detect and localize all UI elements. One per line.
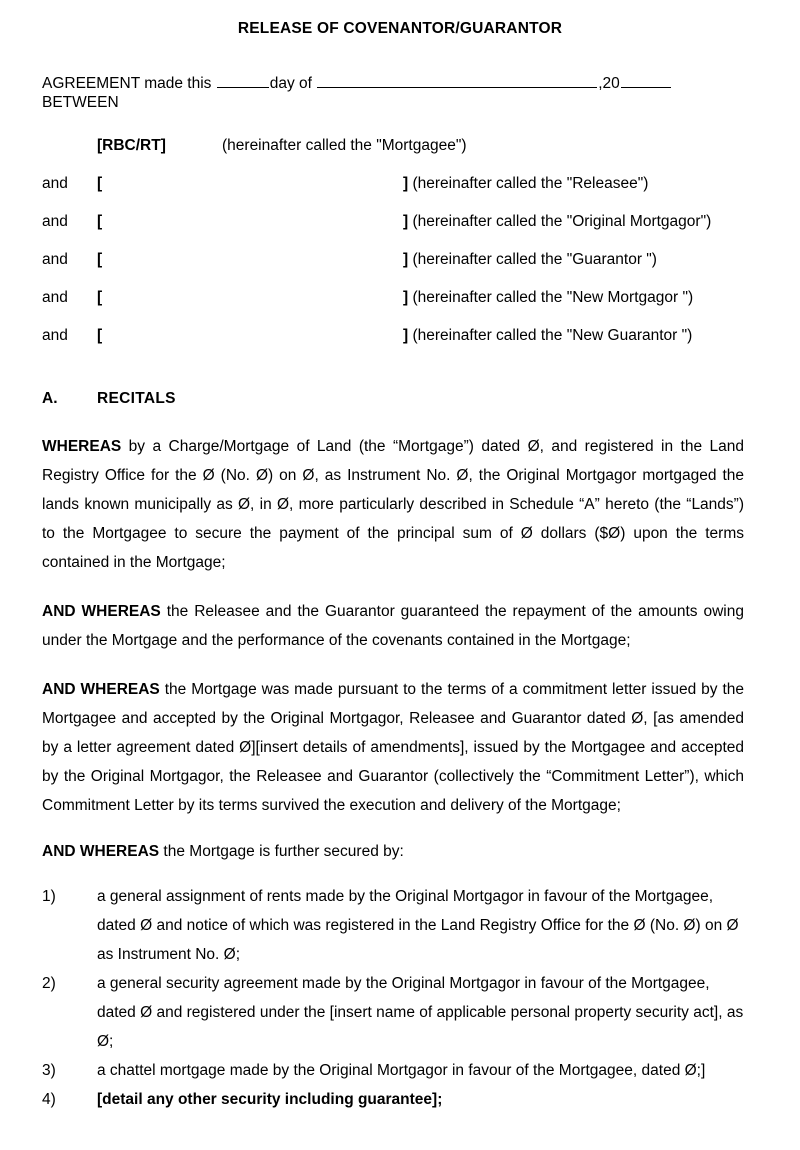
security-list: 1) a general assignment of rents made by… (42, 882, 744, 1114)
party-name-field[interactable]: [ (97, 326, 102, 346)
party-and-label: and (42, 175, 68, 192)
party-description: ] (hereinafter called the "Guarantor ") (403, 250, 657, 270)
list-item-number: 3) (42, 1061, 56, 1079)
party-and-label: and (42, 213, 68, 230)
party-row-releasee: and [ ] (hereinafter called the "Release… (42, 174, 744, 212)
party-description: ] (hereinafter called the "New Guarantor… (403, 326, 692, 346)
recital-paragraph-4: AND WHEREAS the Mortgage is further secu… (42, 837, 744, 866)
list-item-text: a chattel mortgage made by the Original … (97, 1061, 706, 1079)
party-description: ] (hereinafter called the "Releasee") (403, 174, 648, 194)
recital-lead-1: WHEREAS (42, 438, 122, 455)
list-item: 1) a general assignment of rents made by… (42, 882, 744, 969)
party-list: [RBC/RT] (hereinafter called the "Mortga… (42, 136, 744, 364)
party-row-mortgagee: [RBC/RT] (hereinafter called the "Mortga… (42, 136, 744, 174)
agreement-year-prefix: ,20 (598, 75, 620, 92)
between-label: BETWEEN (42, 94, 119, 111)
party-description: ] (hereinafter called the "Original Mort… (403, 212, 711, 232)
party-name-field[interactable]: [ (97, 174, 102, 194)
list-item-text: a general assignment of rents made by th… (97, 887, 739, 963)
recital-body-4: the Mortgage is further secured by: (159, 843, 404, 860)
month-blank-field[interactable] (317, 74, 598, 88)
list-item-number: 1) (42, 887, 56, 905)
list-item: 3) a chattel mortgage made by the Origin… (42, 1056, 744, 1085)
party-name-field[interactable]: [ (97, 212, 102, 232)
page-title: RELEASE OF COVENANTOR/GUARANTOR (237, 20, 563, 37)
party-and-label: and (42, 327, 68, 344)
party-description: (hereinafter called the "Mortgagee") (222, 137, 467, 154)
party-row-new-mortgagor: and [ ] (hereinafter called the "New Mor… (42, 288, 744, 326)
list-item-number: 2) (42, 974, 56, 992)
party-description-text: (hereinafter called the "Releasee") (408, 175, 649, 192)
agreement-date-line: AGREEMENT made this day of ,20 (42, 74, 744, 93)
party-row-original-mortgagor: and [ ] (hereinafter called the "Origina… (42, 212, 744, 250)
list-item-text: [detail any other security including gua… (97, 1090, 443, 1108)
agreement-day-of-text: day of (269, 75, 317, 92)
party-description-text: (hereinafter called the "Guarantor ") (408, 251, 657, 268)
document-page: RELEASE OF COVENANTOR/GUARANTOR AGREEMEN… (0, 0, 800, 1150)
recital-body-1: by a Charge/Mortgage of Land (the “Mortg… (42, 438, 744, 571)
section-heading-recitals: A. RECITALS (42, 390, 744, 412)
list-item: 4) [detail any other security including … (42, 1085, 744, 1114)
party-description-text: (hereinafter called the "Original Mortga… (408, 213, 712, 230)
list-item: 2) a general security agreement made by … (42, 969, 744, 1056)
party-name-field[interactable]: [ (97, 288, 102, 308)
day-blank-field[interactable] (216, 74, 269, 88)
year-blank-field[interactable] (620, 74, 671, 88)
section-title: RECITALS (97, 390, 176, 407)
party-row-new-guarantor: and [ ] (hereinafter called the "New Gua… (42, 326, 744, 364)
recital-body-3: the Mortgage was made pursuant to the te… (42, 681, 744, 814)
party-description-text: (hereinafter called the "New Mortgagor "… (408, 289, 694, 306)
recital-lead-2: AND WHEREAS (42, 603, 161, 620)
party-description-text: (hereinafter called the "New Guarantor "… (408, 327, 693, 344)
party-and-label: and (42, 251, 68, 268)
recital-paragraph-3: AND WHEREAS the Mortgage was made pursua… (42, 675, 744, 820)
party-name-field[interactable]: [ (97, 250, 102, 270)
list-item-text: a general security agreement made by the… (97, 974, 744, 1050)
recital-paragraph-2: AND WHEREAS the Releasee and the Guarant… (42, 597, 744, 655)
document-body: AGREEMENT made this day of ,20 BETWEEN [… (42, 74, 744, 1114)
list-item-number: 4) (42, 1090, 56, 1108)
party-description: ] (hereinafter called the "New Mortgagor… (403, 288, 693, 308)
party-and-label: and (42, 289, 68, 306)
section-letter: A. (42, 390, 58, 407)
agreement-lead-text: AGREEMENT made this (42, 75, 216, 92)
party-name-field[interactable]: [RBC/RT] (97, 136, 166, 156)
recital-lead-4: AND WHEREAS (42, 843, 160, 860)
recital-lead-3: AND WHEREAS (42, 681, 160, 698)
party-row-guarantor: and [ ] (hereinafter called the "Guarant… (42, 250, 744, 288)
recital-paragraph-1: WHEREAS by a Charge/Mortgage of Land (th… (42, 432, 744, 577)
